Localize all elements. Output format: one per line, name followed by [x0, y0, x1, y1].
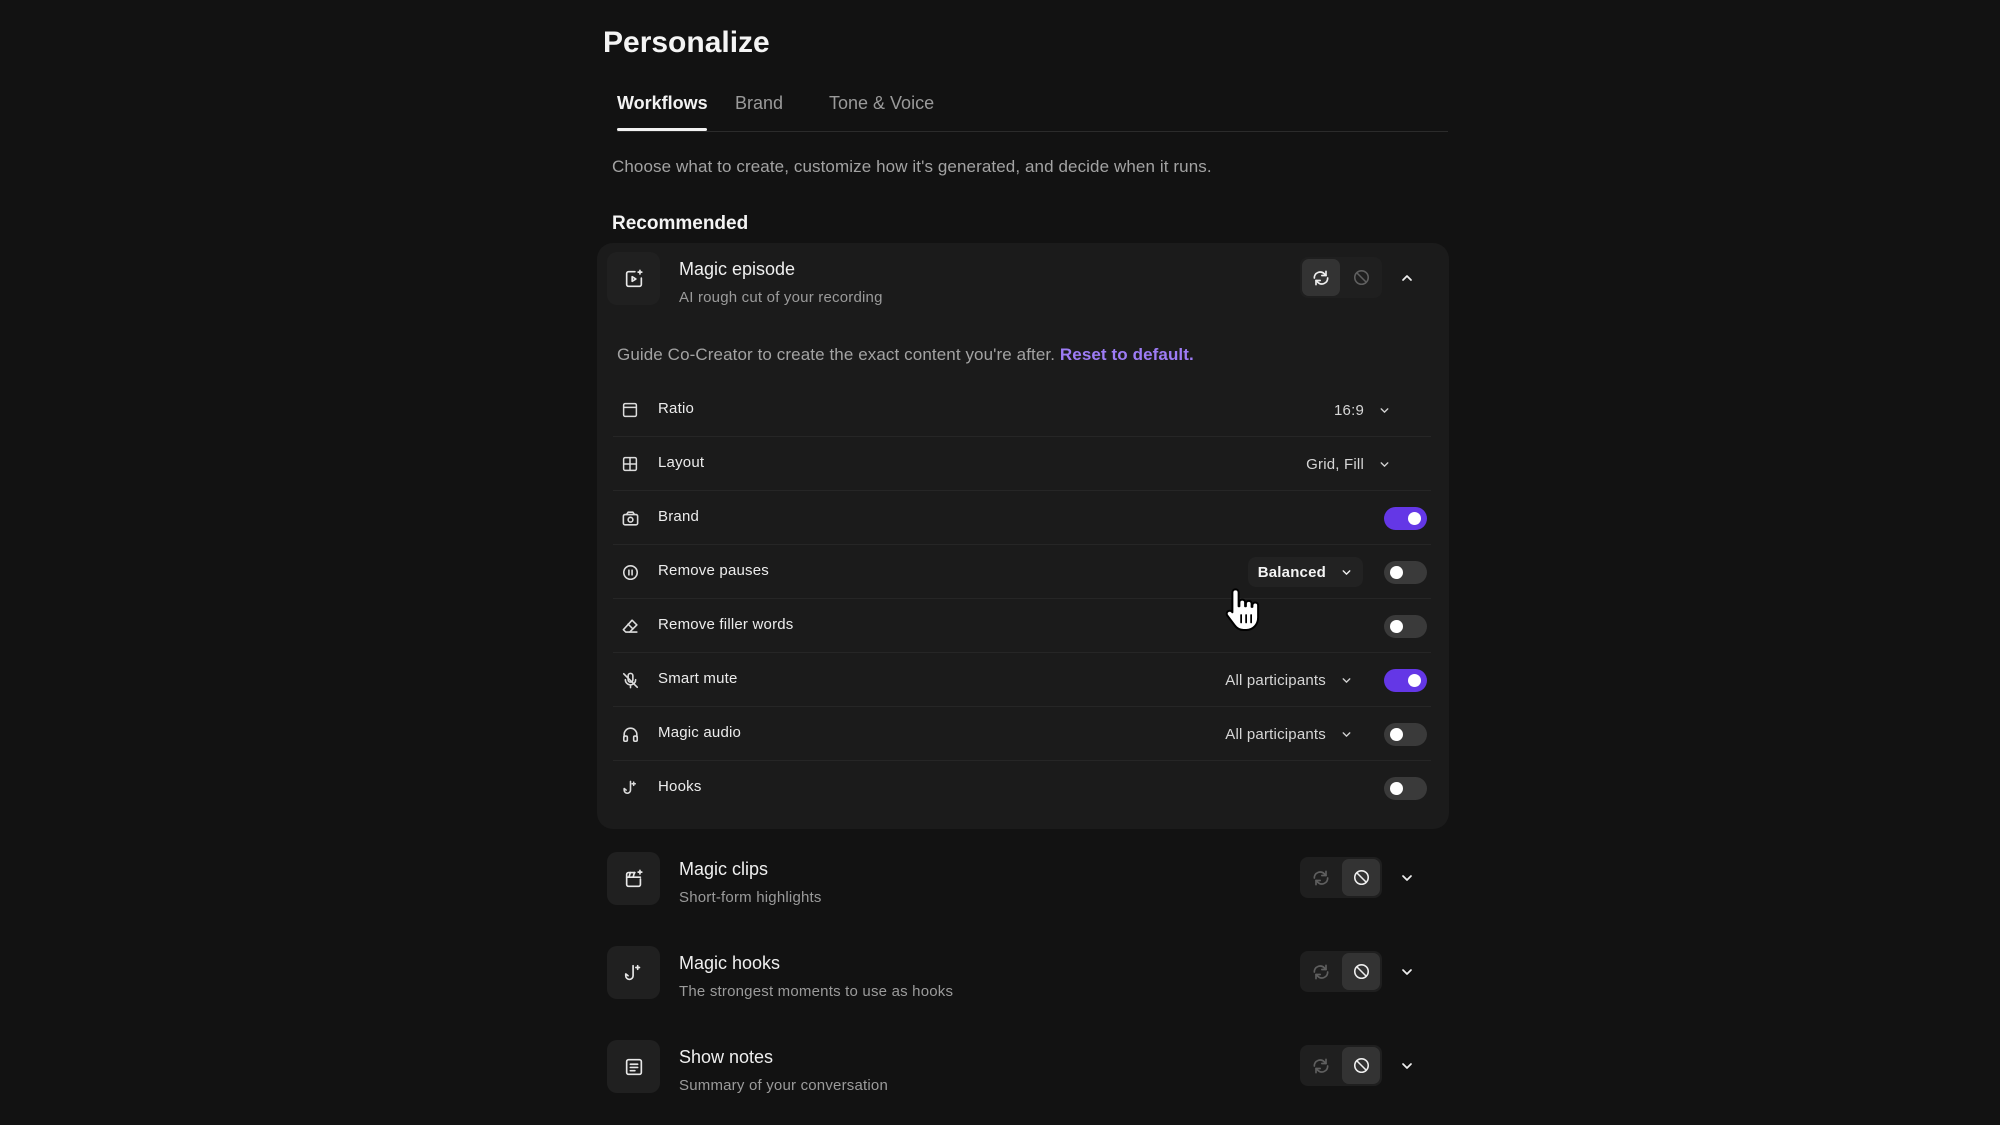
toggle-knob [1390, 566, 1403, 579]
collapse-chevron-icon[interactable] [1392, 263, 1422, 293]
auto-run-button[interactable] [1302, 953, 1340, 990]
expand-chevron-icon[interactable] [1392, 1051, 1422, 1081]
setting-label: Smart mute [658, 670, 738, 687]
dropdown-value: All participants [1225, 671, 1326, 689]
setting-label: Remove filler words [658, 616, 794, 633]
workflow-card-magic-clips: Magic clips Short-form highlights [597, 843, 1449, 923]
smart-mute-dropdown[interactable]: All participants [1215, 665, 1363, 695]
auto-run-button[interactable] [1302, 1047, 1340, 1084]
disable-button[interactable] [1342, 953, 1380, 990]
layout-grid-icon [619, 453, 641, 475]
tab-tone-voice[interactable]: Tone & Voice [829, 93, 934, 114]
hook-sparkle-icon [607, 946, 660, 999]
workflow-title: Magic hooks [679, 953, 781, 973]
workflow-subtitle: Short-form highlights [679, 889, 822, 906]
smart-mute-toggle[interactable] [1384, 669, 1427, 692]
layout-dropdown[interactable]: Grid, Fill [1296, 449, 1401, 479]
setting-smart-mute: Smart mute All participants [613, 653, 1431, 707]
magic-audio-toggle[interactable] [1384, 723, 1427, 746]
disable-button[interactable] [1342, 1047, 1380, 1084]
remove-filler-words-toggle[interactable] [1384, 615, 1427, 638]
setting-magic-audio: Magic audio All participants [613, 707, 1431, 761]
clips-sparkle-icon [607, 852, 660, 905]
hook-icon [619, 777, 641, 799]
toggle-knob [1390, 782, 1403, 795]
pause-icon [619, 561, 641, 583]
workflow-title: Magic episode [679, 259, 796, 279]
workflow-header-magic-episode: Magic episode AI rough cut of your recor… [597, 243, 1449, 323]
setting-remove-filler-words: Remove filler words [613, 599, 1431, 653]
dropdown-value: 16:9 [1334, 401, 1364, 419]
tab-bar: Workflows Brand Tone & Voice [617, 85, 1448, 132]
ratio-icon [619, 399, 641, 421]
setting-label: Layout [658, 454, 705, 471]
remove-pauses-dropdown[interactable]: Balanced [1247, 557, 1363, 587]
toggle-knob [1390, 728, 1403, 741]
chevron-down-icon [1380, 461, 1389, 467]
setting-remove-pauses: Remove pauses Balanced [613, 545, 1431, 599]
mic-off-icon [619, 669, 641, 691]
expand-chevron-icon[interactable] [1392, 957, 1422, 987]
setting-label: Ratio [658, 400, 695, 417]
brand-toggle[interactable] [1384, 507, 1427, 530]
workflow-subtitle: AI rough cut of your recording [679, 289, 883, 306]
run-mode-selector [1300, 951, 1382, 992]
run-mode-selector [1300, 257, 1382, 298]
toggle-knob [1408, 674, 1421, 687]
notes-icon [607, 1040, 660, 1093]
guide-text: Guide Co-Creator to create the exact con… [617, 345, 1194, 364]
section-title-recommended: Recommended [612, 213, 749, 234]
chevron-down-icon [1342, 677, 1351, 683]
chevron-down-icon [1380, 407, 1389, 413]
toggle-knob [1390, 620, 1403, 633]
setting-brand: Brand [613, 491, 1431, 545]
setting-ratio: Ratio 16:9 [613, 383, 1431, 437]
remove-pauses-toggle[interactable] [1384, 561, 1427, 584]
setting-label: Hooks [658, 778, 702, 795]
setting-layout: Layout Grid, Fill [613, 437, 1431, 491]
setting-label: Magic audio [658, 724, 742, 741]
workflow-card-show-notes: Show notes Summary of your conversation [597, 1031, 1449, 1111]
page-description: Choose what to create, customize how it'… [612, 157, 1212, 176]
disable-button[interactable] [1342, 259, 1380, 296]
video-sparkle-icon [607, 252, 660, 305]
headphones-icon [619, 723, 641, 745]
dropdown-value: Grid, Fill [1306, 455, 1364, 473]
chevron-down-icon [1342, 569, 1351, 575]
workflow-title: Show notes [679, 1047, 774, 1067]
workflow-subtitle: Summary of your conversation [679, 1077, 889, 1094]
page-title: Personalize [603, 26, 770, 59]
toggle-knob [1408, 512, 1421, 525]
magic-audio-dropdown[interactable]: All participants [1215, 719, 1363, 749]
auto-run-button[interactable] [1302, 259, 1340, 296]
reset-to-default-link[interactable]: Reset to default. [1060, 345, 1194, 364]
tab-brand[interactable]: Brand [735, 93, 783, 114]
setting-hooks: Hooks [613, 761, 1431, 815]
eraser-icon [619, 615, 641, 637]
tab-workflows[interactable]: Workflows [617, 93, 708, 114]
setting-label: Remove pauses [658, 562, 769, 579]
brand-icon [619, 507, 641, 529]
workflow-subtitle: The strongest moments to use as hooks [679, 983, 954, 1000]
chevron-down-icon [1342, 731, 1351, 737]
dropdown-value: Balanced [1257, 563, 1326, 581]
active-tab-indicator [617, 128, 707, 131]
workflow-card-magic-hooks: Magic hooks The strongest moments to use… [597, 937, 1449, 1017]
dropdown-value: All participants [1225, 725, 1326, 743]
auto-run-button[interactable] [1302, 859, 1340, 896]
hooks-toggle[interactable] [1384, 777, 1427, 800]
run-mode-selector [1300, 1045, 1382, 1086]
expand-chevron-icon[interactable] [1392, 863, 1422, 893]
workflow-title: Magic clips [679, 859, 769, 879]
hand-cursor-icon [1223, 585, 1263, 635]
workflow-card-magic-episode: Magic episode AI rough cut of your recor… [597, 243, 1449, 829]
disable-button[interactable] [1342, 859, 1380, 896]
run-mode-selector [1300, 857, 1382, 898]
setting-label: Brand [658, 508, 700, 525]
ratio-dropdown[interactable]: 16:9 [1324, 395, 1401, 425]
